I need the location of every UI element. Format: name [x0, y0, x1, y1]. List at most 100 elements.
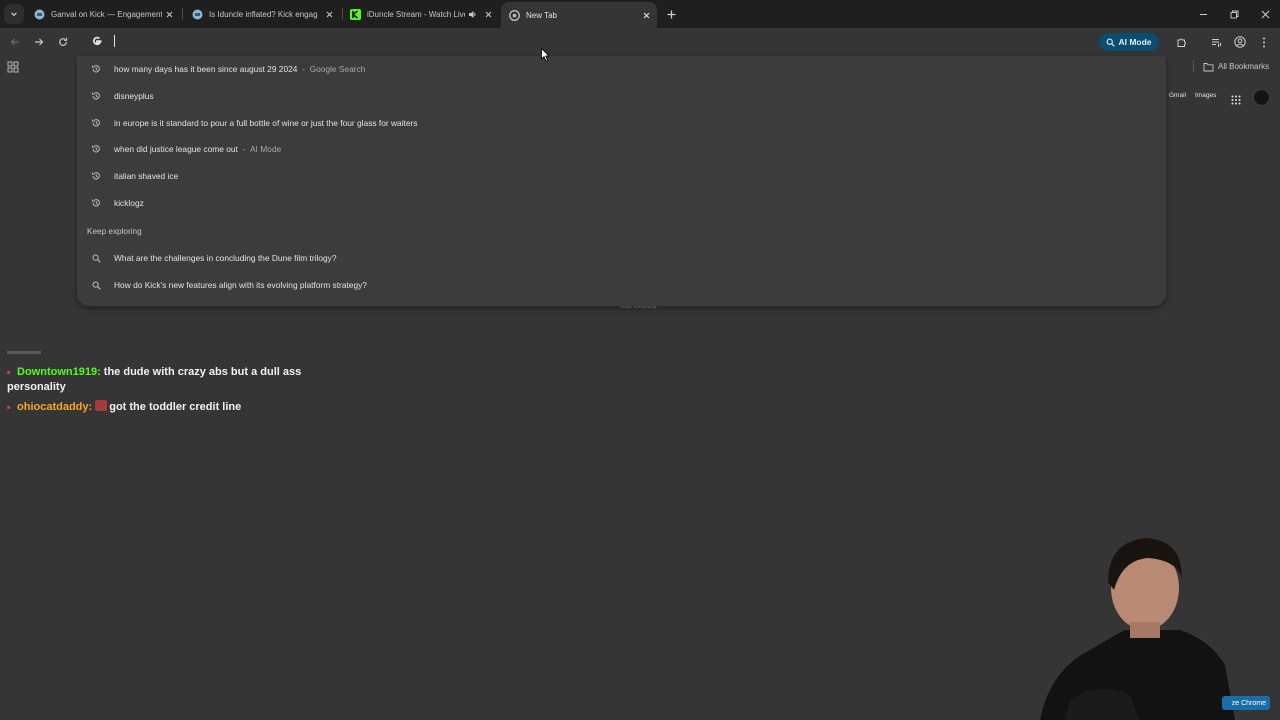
suggestion-history[interactable]: how many days has it been since august 2… — [77, 57, 1166, 81]
search-icon — [91, 280, 101, 290]
media-queue-icon — [1211, 38, 1221, 47]
chat-username: ohiocatdaddy: — [17, 401, 93, 413]
chat-text: got the toddler credit line — [109, 401, 242, 413]
tab-title: New Tab — [526, 10, 557, 20]
suggestion-explore[interactable]: How do Kick's new features align with it… — [77, 273, 1166, 297]
tab-strip: Ganval on Kick — Engagement Is Iduncle i… — [0, 0, 1280, 28]
tab-iduncle-stream[interactable]: iDuncle Stream - Watch Live — [342, 2, 499, 26]
all-bookmarks-button[interactable]: All Bookmarks — [1203, 60, 1269, 73]
close-icon[interactable] — [481, 7, 495, 21]
history-icon — [91, 144, 101, 154]
tab-title: iDuncle Stream - Watch Live — [367, 9, 465, 19]
kick-analytics-icon — [192, 9, 203, 20]
reload-button[interactable] — [56, 35, 70, 49]
puzzle-icon — [1177, 38, 1186, 47]
suggestion-source: AI Mode — [249, 144, 282, 154]
suggestion-text: when did justice league come out — [114, 144, 238, 154]
history-icon — [91, 64, 101, 74]
gmail-link[interactable]: Gmail — [1169, 92, 1186, 99]
suggestion-history[interactable]: in europe is it standard to pour a full … — [77, 111, 1166, 135]
suggestion-explore[interactable]: What are the challenges in concluding th… — [77, 246, 1166, 270]
kick-logo-icon — [350, 8, 361, 20]
suggestion-history[interactable]: when did justice league come out - AI Mo… — [77, 137, 1166, 161]
plus-icon — [667, 10, 675, 18]
omnibox-input[interactable] — [114, 35, 115, 47]
suggestion-text: kicklogz — [114, 198, 144, 208]
new-tab-button[interactable] — [663, 6, 679, 22]
keep-exploring-header: Keep exploring — [87, 227, 142, 236]
history-icon — [91, 171, 101, 181]
chat-message: Downtown1919: the dude with crazy abs bu… — [7, 365, 307, 395]
minimize-button[interactable] — [1196, 7, 1210, 21]
chat-text-continued: personality — [7, 381, 66, 393]
restore-button[interactable] — [1227, 7, 1241, 21]
back-button[interactable] — [8, 35, 22, 49]
close-icon — [1261, 10, 1269, 18]
chat-username: Downtown1919: — [17, 366, 101, 378]
emote-icon — [95, 400, 108, 411]
ai-search-icon — [1107, 38, 1116, 47]
tab-divider — [182, 8, 183, 20]
more-vert-icon — [1263, 37, 1265, 47]
google-g-icon — [90, 34, 104, 48]
suggestion-history[interactable]: disneyplus — [77, 84, 1166, 108]
images-link[interactable]: Images — [1195, 92, 1216, 99]
toolbar — [0, 28, 1280, 56]
mouse-cursor-icon — [541, 48, 550, 62]
chevron-down-icon — [11, 12, 17, 17]
close-icon[interactable] — [639, 8, 653, 22]
suggestion-text: italian shaved ice — [114, 171, 179, 181]
badge-dot — [7, 405, 10, 409]
suggestion-text: in europe is it standard to pour a full … — [114, 118, 418, 128]
bookmarks-divider — [1193, 60, 1194, 72]
account-icon — [1234, 36, 1246, 48]
suggestion-text: What are the challenges in concluding th… — [114, 253, 337, 263]
chrome-icon — [509, 9, 520, 21]
close-icon[interactable] — [322, 7, 336, 21]
all-bookmarks-label: All Bookmarks — [1218, 62, 1270, 71]
close-icon[interactable] — [162, 7, 176, 21]
suggestion-text: How do Kick's new features align with it… — [114, 280, 367, 290]
badge-dot — [7, 370, 10, 374]
omnibox-suggestions: how many days has it been since august 2… — [77, 56, 1166, 306]
chat-message: ohiocatdaddy: got the toddler credit lin… — [7, 400, 241, 415]
reload-icon — [59, 37, 68, 46]
ai-mode-label: AI Mode — [1118, 37, 1152, 47]
forward-button[interactable] — [32, 35, 46, 49]
webcam-streamer-image — [1040, 538, 1235, 720]
chrome-overlay-label: ze Chrome — [1222, 696, 1270, 710]
tab-title: Ganval on Kick — Engagement — [51, 9, 162, 19]
history-icon — [91, 118, 101, 128]
suggestion-history[interactable]: kicklogz — [77, 191, 1166, 215]
extensions-button[interactable] — [1174, 35, 1188, 49]
suggestion-source: Google Search — [309, 64, 366, 74]
kick-analytics-icon — [34, 9, 45, 20]
speaker-icon[interactable] — [465, 7, 479, 21]
history-icon — [91, 91, 101, 101]
suggestion-text: disneyplus — [114, 91, 154, 101]
tab-search-button[interactable] — [4, 4, 24, 24]
search-icon — [91, 253, 101, 263]
tab-iduncle-inflated[interactable]: Is Iduncle inflated? Kick engag — [184, 2, 340, 26]
close-window-button[interactable] — [1258, 7, 1272, 21]
suggestion-history[interactable]: italian shaved ice — [77, 164, 1166, 188]
apps-grid-icon[interactable] — [7, 60, 19, 73]
arrow-right-icon — [35, 38, 44, 46]
chat-faded-line — [7, 351, 41, 354]
arrow-left-icon — [10, 38, 19, 46]
profile-button[interactable] — [1233, 35, 1247, 49]
history-icon — [91, 198, 101, 208]
suggestion-text: how many days has it been since august 2… — [114, 64, 298, 74]
restore-icon — [1230, 10, 1238, 18]
media-controls-button[interactable] — [1209, 35, 1223, 49]
chat-text: the dude with crazy abs but a dull ass — [103, 366, 302, 378]
tab-new-tab[interactable]: New Tab — [501, 2, 657, 28]
google-apps-icon[interactable] — [1231, 92, 1241, 105]
google-account-avatar[interactable] — [1253, 89, 1270, 106]
tab-title: Is Iduncle inflated? Kick engag — [209, 9, 318, 19]
folder-icon — [1203, 62, 1214, 71]
minimize-icon — [1199, 13, 1207, 15]
tab-ganval[interactable]: Ganval on Kick — Engagement — [26, 2, 180, 26]
menu-button[interactable] — [1257, 35, 1271, 49]
ai-mode-button[interactable]: AI Mode — [1099, 33, 1159, 51]
